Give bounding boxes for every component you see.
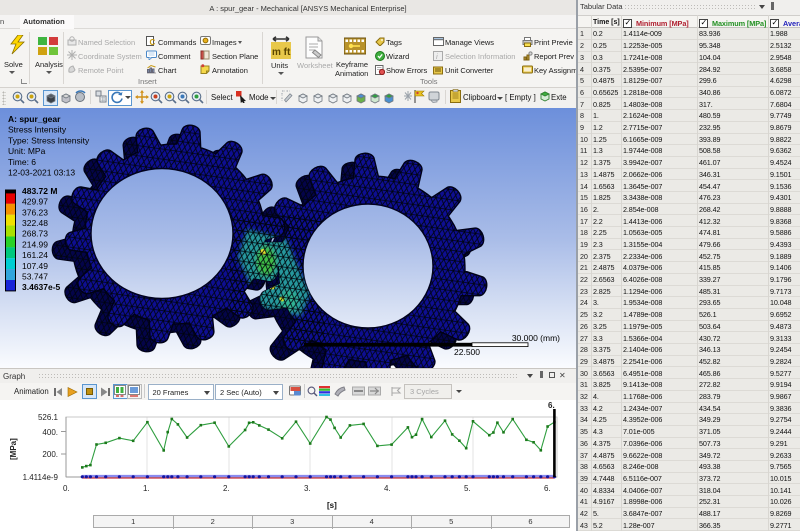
svg-text:200.: 200. [42, 450, 58, 459]
svg-text:6.: 6. [548, 401, 555, 410]
svg-text:376.23: 376.23 [22, 207, 48, 217]
svg-text:6.: 6. [544, 484, 551, 493]
svg-text:C: C [150, 38, 156, 46]
svg-text:3.: 3. [304, 484, 311, 493]
svg-text:30.000 (mm): 30.000 (mm) [512, 333, 560, 343]
svg-text:268.73: 268.73 [22, 229, 48, 239]
svg-text:12-03-2021 03:13: 12-03-2021 03:13 [8, 168, 75, 178]
svg-text:53.747: 53.747 [22, 271, 48, 281]
svg-text:107.49: 107.49 [22, 261, 48, 271]
svg-text:1.4114e-9: 1.4114e-9 [23, 473, 59, 482]
svg-text:214.99: 214.99 [22, 239, 48, 249]
svg-text:1.: 1. [143, 484, 150, 493]
svg-text:3.4637e-5: 3.4637e-5 [22, 282, 61, 292]
svg-text:Stress Intensity: Stress Intensity [8, 125, 67, 135]
svg-text:m ft: m ft [272, 47, 291, 58]
svg-text:Type: Stress Intensity: Type: Stress Intensity [8, 135, 90, 145]
svg-text:0.: 0. [63, 484, 70, 493]
svg-text:5.: 5. [464, 484, 471, 493]
svg-text:429.97: 429.97 [22, 197, 48, 207]
svg-text:4.: 4. [384, 484, 391, 493]
svg-text:A: spur_gear: A: spur_gear [8, 114, 61, 124]
svg-text:[MPa]: [MPa] [9, 438, 18, 460]
svg-text:Unit: MPa: Unit: MPa [8, 146, 46, 156]
svg-text:2.: 2. [223, 484, 230, 493]
svg-text:22.500: 22.500 [454, 347, 480, 357]
svg-text:400.: 400. [42, 428, 58, 437]
svg-text:483.72 M: 483.72 M [22, 186, 57, 196]
svg-text:161.24: 161.24 [22, 250, 48, 260]
svg-text:322.48: 322.48 [22, 218, 48, 228]
svg-text:Time: 6: Time: 6 [8, 157, 36, 167]
svg-text:526.1: 526.1 [38, 413, 59, 422]
